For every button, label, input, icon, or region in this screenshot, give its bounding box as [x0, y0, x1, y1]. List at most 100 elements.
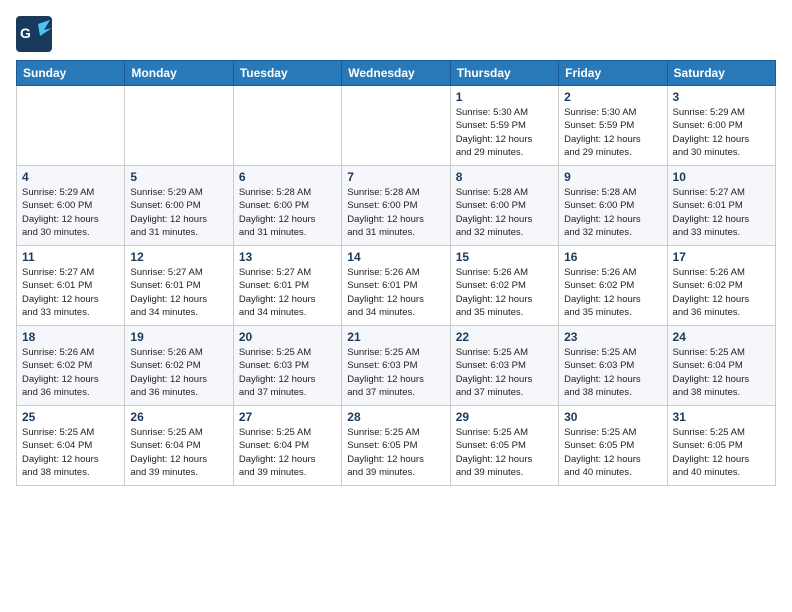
calendar-cell: 24 Sunrise: 5:25 AM Sunset: 6:04 PM Dayli…	[667, 326, 775, 406]
calendar-header: SundayMondayTuesdayWednesdayThursdayFrid…	[17, 61, 776, 86]
calendar-cell: 5 Sunrise: 5:29 AM Sunset: 6:00 PM Daylig…	[125, 166, 233, 246]
cell-info: Sunrise: 5:29 AM Sunset: 6:00 PM Dayligh…	[130, 186, 227, 239]
day-number: 18	[22, 330, 119, 344]
calendar-cell: 7 Sunrise: 5:28 AM Sunset: 6:00 PM Daylig…	[342, 166, 450, 246]
cell-info: Sunrise: 5:25 AM Sunset: 6:05 PM Dayligh…	[456, 426, 553, 479]
day-number: 14	[347, 250, 444, 264]
day-number: 29	[456, 410, 553, 424]
cell-info: Sunrise: 5:28 AM Sunset: 6:00 PM Dayligh…	[564, 186, 661, 239]
day-number: 28	[347, 410, 444, 424]
day-number: 8	[456, 170, 553, 184]
day-number: 10	[673, 170, 770, 184]
page-header: G	[16, 16, 776, 52]
day-number: 3	[673, 90, 770, 104]
day-header-saturday: Saturday	[667, 61, 775, 86]
day-header-monday: Monday	[125, 61, 233, 86]
calendar-cell: 21 Sunrise: 5:25 AM Sunset: 6:03 PM Dayli…	[342, 326, 450, 406]
header-row: SundayMondayTuesdayWednesdayThursdayFrid…	[17, 61, 776, 86]
cell-info: Sunrise: 5:25 AM Sunset: 6:04 PM Dayligh…	[22, 426, 119, 479]
calendar-cell: 26 Sunrise: 5:25 AM Sunset: 6:04 PM Dayli…	[125, 406, 233, 486]
calendar-table: SundayMondayTuesdayWednesdayThursdayFrid…	[16, 60, 776, 486]
day-number: 7	[347, 170, 444, 184]
calendar-cell	[233, 86, 341, 166]
calendar-cell: 1 Sunrise: 5:30 AM Sunset: 5:59 PM Daylig…	[450, 86, 558, 166]
cell-info: Sunrise: 5:26 AM Sunset: 6:02 PM Dayligh…	[673, 266, 770, 319]
calendar-cell: 27 Sunrise: 5:25 AM Sunset: 6:04 PM Dayli…	[233, 406, 341, 486]
calendar-week-1: 1 Sunrise: 5:30 AM Sunset: 5:59 PM Daylig…	[17, 86, 776, 166]
calendar-week-2: 4Sunrise: 5:29 AM Sunset: 6:00 PM Daylig…	[17, 166, 776, 246]
day-number: 11	[22, 250, 119, 264]
calendar-cell: 16 Sunrise: 5:26 AM Sunset: 6:02 PM Dayli…	[559, 246, 667, 326]
calendar-cell	[17, 86, 125, 166]
calendar-cell: 8 Sunrise: 5:28 AM Sunset: 6:00 PM Daylig…	[450, 166, 558, 246]
calendar-cell: 3Sunrise: 5:29 AM Sunset: 6:00 PM Daylig…	[667, 86, 775, 166]
day-number: 20	[239, 330, 336, 344]
day-number: 23	[564, 330, 661, 344]
day-number: 16	[564, 250, 661, 264]
calendar-cell: 23 Sunrise: 5:25 AM Sunset: 6:03 PM Dayli…	[559, 326, 667, 406]
day-number: 27	[239, 410, 336, 424]
calendar-cell: 9Sunrise: 5:28 AM Sunset: 6:00 PM Daylig…	[559, 166, 667, 246]
calendar-cell: 22 Sunrise: 5:25 AM Sunset: 6:03 PM Dayli…	[450, 326, 558, 406]
cell-info: Sunrise: 5:26 AM Sunset: 6:02 PM Dayligh…	[456, 266, 553, 319]
calendar-cell: 29 Sunrise: 5:25 AM Sunset: 6:05 PM Dayli…	[450, 406, 558, 486]
cell-info: Sunrise: 5:26 AM Sunset: 6:02 PM Dayligh…	[130, 346, 227, 399]
cell-info: Sunrise: 5:27 AM Sunset: 6:01 PM Dayligh…	[239, 266, 336, 319]
cell-info: Sunrise: 5:25 AM Sunset: 6:04 PM Dayligh…	[130, 426, 227, 479]
cell-info: Sunrise: 5:25 AM Sunset: 6:03 PM Dayligh…	[564, 346, 661, 399]
day-number: 5	[130, 170, 227, 184]
day-number: 24	[673, 330, 770, 344]
cell-info: Sunrise: 5:29 AM Sunset: 6:00 PM Dayligh…	[22, 186, 119, 239]
day-number: 17	[673, 250, 770, 264]
cell-info: Sunrise: 5:26 AM Sunset: 6:02 PM Dayligh…	[564, 266, 661, 319]
cell-info: Sunrise: 5:27 AM Sunset: 6:01 PM Dayligh…	[22, 266, 119, 319]
day-header-wednesday: Wednesday	[342, 61, 450, 86]
cell-info: Sunrise: 5:25 AM Sunset: 6:05 PM Dayligh…	[347, 426, 444, 479]
day-number: 1	[456, 90, 553, 104]
calendar-cell: 2 Sunrise: 5:30 AM Sunset: 5:59 PM Daylig…	[559, 86, 667, 166]
calendar-body: 1 Sunrise: 5:30 AM Sunset: 5:59 PM Daylig…	[17, 86, 776, 486]
calendar-cell: 19Sunrise: 5:26 AM Sunset: 6:02 PM Dayli…	[125, 326, 233, 406]
calendar-cell	[125, 86, 233, 166]
day-number: 6	[239, 170, 336, 184]
cell-info: Sunrise: 5:25 AM Sunset: 6:05 PM Dayligh…	[564, 426, 661, 479]
cell-info: Sunrise: 5:25 AM Sunset: 6:03 PM Dayligh…	[239, 346, 336, 399]
day-number: 13	[239, 250, 336, 264]
cell-info: Sunrise: 5:25 AM Sunset: 6:03 PM Dayligh…	[347, 346, 444, 399]
day-number: 25	[22, 410, 119, 424]
calendar-cell: 31 Sunrise: 5:25 AM Sunset: 6:05 PM Dayli…	[667, 406, 775, 486]
svg-text:G: G	[20, 25, 31, 41]
cell-info: Sunrise: 5:25 AM Sunset: 6:05 PM Dayligh…	[673, 426, 770, 479]
calendar-cell: 15 Sunrise: 5:26 AM Sunset: 6:02 PM Dayli…	[450, 246, 558, 326]
day-header-sunday: Sunday	[17, 61, 125, 86]
logo-icon: G	[16, 16, 52, 52]
cell-info: Sunrise: 5:25 AM Sunset: 6:04 PM Dayligh…	[673, 346, 770, 399]
day-number: 31	[673, 410, 770, 424]
calendar-cell: 13 Sunrise: 5:27 AM Sunset: 6:01 PM Dayli…	[233, 246, 341, 326]
day-number: 26	[130, 410, 227, 424]
calendar-cell: 28 Sunrise: 5:25 AM Sunset: 6:05 PM Dayli…	[342, 406, 450, 486]
calendar-cell: 4Sunrise: 5:29 AM Sunset: 6:00 PM Daylig…	[17, 166, 125, 246]
cell-info: Sunrise: 5:30 AM Sunset: 5:59 PM Dayligh…	[456, 106, 553, 159]
cell-info: Sunrise: 5:28 AM Sunset: 6:00 PM Dayligh…	[239, 186, 336, 239]
cell-info: Sunrise: 5:30 AM Sunset: 5:59 PM Dayligh…	[564, 106, 661, 159]
calendar-cell: 10 Sunrise: 5:27 AM Sunset: 6:01 PM Dayli…	[667, 166, 775, 246]
calendar-cell: 17 Sunrise: 5:26 AM Sunset: 6:02 PM Dayli…	[667, 246, 775, 326]
cell-info: Sunrise: 5:25 AM Sunset: 6:03 PM Dayligh…	[456, 346, 553, 399]
calendar-week-5: 25 Sunrise: 5:25 AM Sunset: 6:04 PM Dayli…	[17, 406, 776, 486]
cell-info: Sunrise: 5:27 AM Sunset: 6:01 PM Dayligh…	[673, 186, 770, 239]
day-number: 15	[456, 250, 553, 264]
calendar-cell: 20 Sunrise: 5:25 AM Sunset: 6:03 PM Dayli…	[233, 326, 341, 406]
cell-info: Sunrise: 5:26 AM Sunset: 6:02 PM Dayligh…	[22, 346, 119, 399]
cell-info: Sunrise: 5:27 AM Sunset: 6:01 PM Dayligh…	[130, 266, 227, 319]
cell-info: Sunrise: 5:25 AM Sunset: 6:04 PM Dayligh…	[239, 426, 336, 479]
calendar-cell: 25 Sunrise: 5:25 AM Sunset: 6:04 PM Dayli…	[17, 406, 125, 486]
day-number: 22	[456, 330, 553, 344]
day-number: 12	[130, 250, 227, 264]
cell-info: Sunrise: 5:28 AM Sunset: 6:00 PM Dayligh…	[456, 186, 553, 239]
day-number: 21	[347, 330, 444, 344]
cell-info: Sunrise: 5:28 AM Sunset: 6:00 PM Dayligh…	[347, 186, 444, 239]
day-number: 2	[564, 90, 661, 104]
calendar-cell: 12 Sunrise: 5:27 AM Sunset: 6:01 PM Dayli…	[125, 246, 233, 326]
calendar-cell: 18 Sunrise: 5:26 AM Sunset: 6:02 PM Dayli…	[17, 326, 125, 406]
